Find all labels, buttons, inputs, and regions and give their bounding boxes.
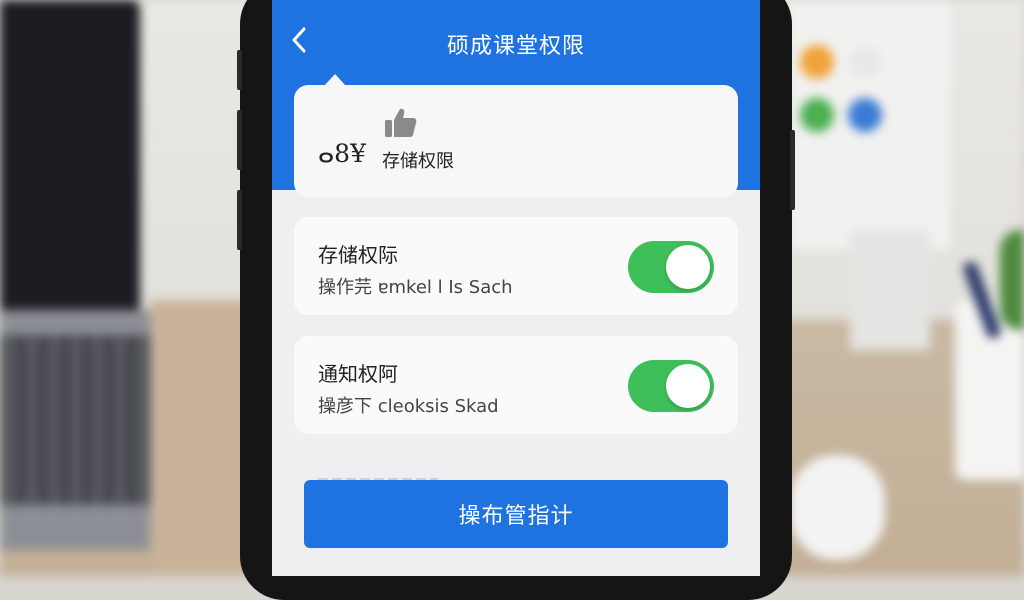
laptop-keyboard bbox=[0, 335, 165, 505]
storage-permission-row[interactable]: 存储权际 操作芫 ɐmkel l Is Sach bbox=[294, 217, 738, 315]
primary-action-button[interactable]: 操布管指计 bbox=[304, 480, 728, 548]
storage-permission-label: 存储权限 bbox=[382, 151, 454, 172]
plant bbox=[1000, 230, 1024, 330]
board-stand bbox=[850, 230, 930, 350]
desk-surface bbox=[150, 300, 250, 576]
app-screen: 硕成课堂权限 ⴰ8¥ 存储权限 存储权际 操作芫 ɐmkel l Is Sach… bbox=[272, 0, 760, 576]
setting-title: 通知权阿 bbox=[318, 362, 398, 386]
toggle-knob bbox=[666, 245, 710, 289]
mouse bbox=[790, 455, 885, 560]
toggle-knob bbox=[666, 364, 710, 408]
setting-title: 存储权际 bbox=[318, 243, 398, 267]
notification-permission-toggle[interactable] bbox=[628, 360, 714, 412]
setting-subtitle: 操作芫 ɐmkel l Is Sach bbox=[318, 277, 513, 298]
permission-summary-card: ⴰ8¥ 存储权限 bbox=[294, 85, 738, 197]
whiteboard bbox=[790, 0, 950, 250]
notification-permission-row[interactable]: 通知权阿 操彦下 cleoksis Skad bbox=[294, 336, 738, 434]
laptop-screen bbox=[0, 0, 140, 330]
thumbs-up-icon bbox=[385, 108, 417, 137]
storage-permission-toggle[interactable] bbox=[628, 241, 714, 293]
setting-subtitle: 操彦下 cleoksis Skad bbox=[318, 396, 499, 417]
permission-symbol: ⴰ8¥ bbox=[318, 139, 366, 168]
page-title: 硕成课堂权限 bbox=[446, 34, 585, 59]
